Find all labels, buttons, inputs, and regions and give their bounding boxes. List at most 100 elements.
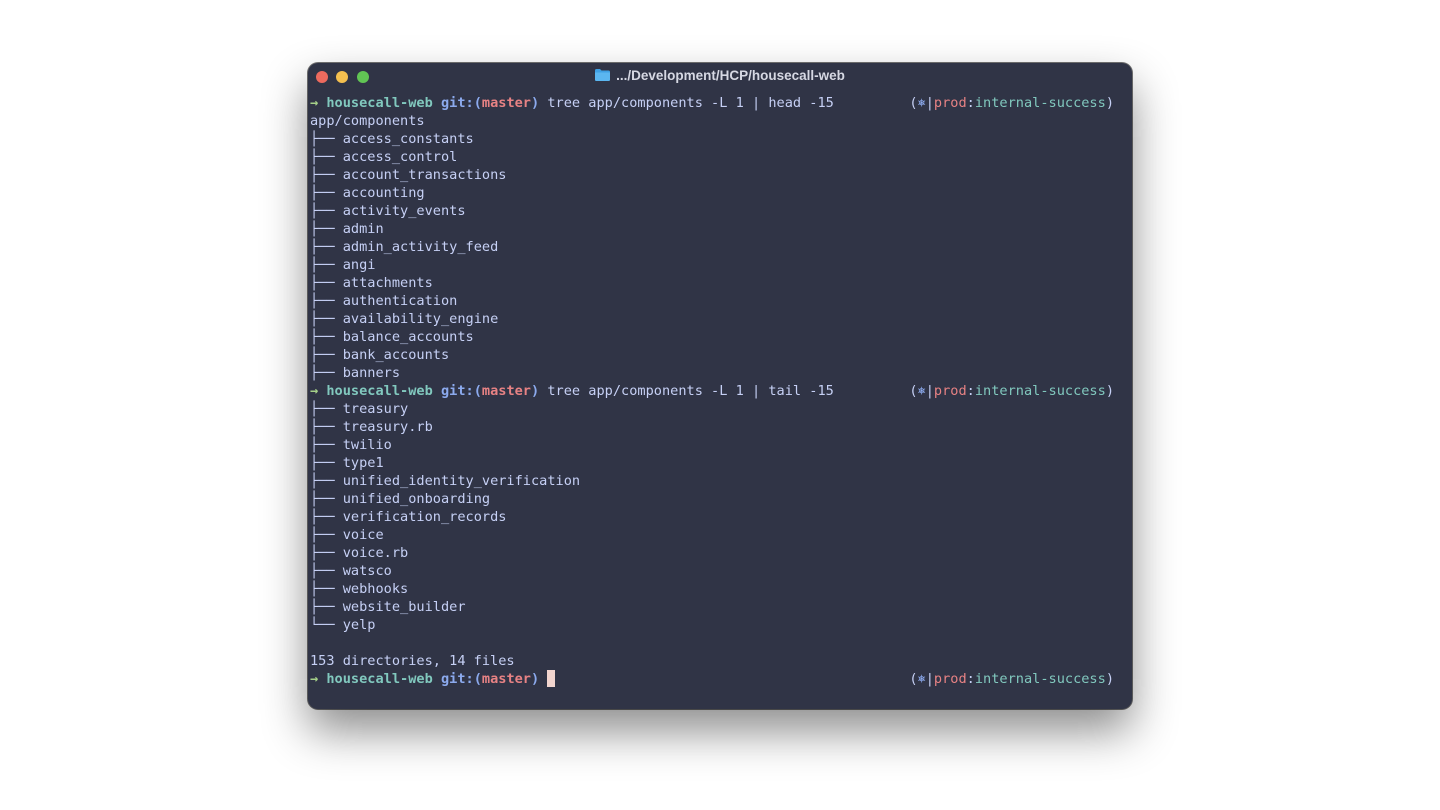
- tree-branch-glyph: ├──: [310, 545, 343, 561]
- command-text: tree app/components -L 1 | head -15: [547, 95, 834, 111]
- tree-entry-name: access_control: [342, 149, 458, 165]
- tree-entry-name: account_transactions: [342, 167, 507, 183]
- branch-name: master: [481, 383, 531, 399]
- tree-entry: ├── unified_identity_verification: [310, 472, 1128, 490]
- tree-branch-glyph: ├──: [310, 437, 343, 453]
- tree-branch-glyph: ├──: [310, 131, 343, 147]
- tree-branch-glyph: ├──: [310, 185, 343, 201]
- tree-branch-glyph: ├──: [310, 347, 343, 363]
- title-bar[interactable]: .../Development/HCP/housecall-web: [308, 63, 1132, 91]
- folder-icon: [595, 69, 611, 81]
- right-prompt-sep: |: [925, 95, 934, 111]
- window-title-container: .../Development/HCP/housecall-web: [308, 68, 1132, 83]
- window-title: .../Development/HCP/housecall-web: [616, 68, 845, 83]
- tree-entry: ├── bank_accounts: [310, 346, 1128, 364]
- right-prompt-colon: :: [966, 671, 975, 687]
- repo-name: housecall-web: [326, 671, 433, 687]
- tree-entry: ├── voice.rb: [310, 544, 1128, 562]
- tree-entry-name: yelp: [342, 617, 376, 633]
- tree-branch-glyph: ├──: [310, 257, 343, 273]
- right-prompt-env: prod: [933, 383, 967, 399]
- tree-entry-name: availability_engine: [342, 311, 499, 327]
- terminal-output[interactable]: → housecall-web git:(master) tree app/co…: [310, 94, 1128, 688]
- tree-entry-name: admin: [342, 221, 384, 237]
- git-close-paren: ): [531, 383, 540, 399]
- tree-entry-name: banners: [342, 365, 401, 381]
- branch-name: master: [481, 671, 531, 687]
- tree-branch-glyph: ├──: [310, 311, 343, 327]
- tree-entry: ├── verification_records: [310, 508, 1128, 526]
- tree-entry: ├── treasury.rb: [310, 418, 1128, 436]
- git-close-paren: ): [531, 671, 540, 687]
- tree-branch-glyph: ├──: [310, 239, 343, 255]
- git-close-paren: ): [531, 95, 540, 111]
- right-prompt-sep: |: [925, 671, 934, 687]
- terminal-window: .../Development/HCP/housecall-web → hous…: [308, 63, 1132, 709]
- tree-branch-glyph: ├──: [310, 293, 343, 309]
- git-label: git:(: [440, 383, 482, 399]
- right-prompt: (⎈|prod:internal-success): [909, 382, 1114, 400]
- tree-entry: ├── angi: [310, 256, 1128, 274]
- tree-root: app/components: [310, 113, 425, 129]
- tree-branch-glyph: ├──: [310, 599, 343, 615]
- tree-entry: ├── account_transactions: [310, 166, 1128, 184]
- tree-branch-glyph: ├──: [310, 509, 343, 525]
- tree-branch-glyph: ├──: [310, 563, 343, 579]
- right-prompt-colon: :: [966, 95, 975, 111]
- right-prompt-open: (: [909, 383, 918, 399]
- tree-entry-name: activity_events: [342, 203, 466, 219]
- tree-entry: ├── unified_onboarding: [310, 490, 1128, 508]
- tree-branch-glyph: ├──: [310, 167, 343, 183]
- tree-entry: ├── admin_activity_feed: [310, 238, 1128, 256]
- tree-entry-name: accounting: [342, 185, 425, 201]
- tree-entry-name: voice.rb: [342, 545, 409, 561]
- right-prompt-context: internal-success: [974, 95, 1106, 111]
- prompt-arrow: →: [310, 383, 319, 399]
- kube-icon: ⎈: [917, 383, 926, 399]
- tree-entry: ├── banners: [310, 364, 1128, 382]
- tree-entry: ├── webhooks: [310, 580, 1128, 598]
- right-prompt-colon: :: [966, 383, 975, 399]
- tree-entry: ├── voice: [310, 526, 1128, 544]
- tree-branch-glyph: ├──: [310, 527, 343, 543]
- tree-branch-glyph: ├──: [310, 203, 343, 219]
- git-label: git:(: [440, 671, 482, 687]
- tree-branch-glyph: ├──: [310, 401, 343, 417]
- right-prompt-env: prod: [933, 671, 967, 687]
- right-prompt-open: (: [909, 671, 918, 687]
- tree-summary: 153 directories, 14 files: [310, 653, 515, 669]
- tree-branch-glyph: ├──: [310, 581, 343, 597]
- tree-entry-name: angi: [342, 257, 376, 273]
- tree-entry-name: twilio: [342, 437, 392, 453]
- tree-entry: ├── type1: [310, 454, 1128, 472]
- right-prompt: (⎈|prod:internal-success): [909, 670, 1114, 688]
- git-label: git:(: [440, 95, 482, 111]
- tree-branch-glyph: └──: [310, 617, 343, 633]
- tree-entry: ├── authentication: [310, 292, 1128, 310]
- repo-name: housecall-web: [326, 383, 433, 399]
- tree-branch-glyph: ├──: [310, 455, 343, 471]
- tree-entry: ├── twilio: [310, 436, 1128, 454]
- branch-name: master: [481, 95, 531, 111]
- right-prompt-env: prod: [933, 95, 967, 111]
- tree-branch-glyph: ├──: [310, 365, 343, 381]
- tree-branch-glyph: ├──: [310, 491, 343, 507]
- kube-icon: ⎈: [917, 671, 926, 687]
- right-prompt-sep: |: [925, 383, 934, 399]
- tree-entry: ├── treasury: [310, 400, 1128, 418]
- terminal-cursor[interactable]: [547, 670, 556, 687]
- tree-branch-glyph: ├──: [310, 419, 343, 435]
- tree-branch-glyph: ├──: [310, 221, 343, 237]
- tree-entry-name: webhooks: [342, 581, 409, 597]
- tree-entry: ├── access_constants: [310, 130, 1128, 148]
- tree-entry: ├── website_builder: [310, 598, 1128, 616]
- tree-entry-name: type1: [342, 455, 384, 471]
- tree-entry-name: watsco: [342, 563, 392, 579]
- tree-entry: ├── access_control: [310, 148, 1128, 166]
- right-prompt-close: ): [1105, 95, 1114, 111]
- right-prompt-context: internal-success: [974, 671, 1106, 687]
- tree-entry: ├── accounting: [310, 184, 1128, 202]
- tree-branch-glyph: ├──: [310, 473, 343, 489]
- prompt-line: → housecall-web git:(master) tree app/co…: [310, 382, 1128, 400]
